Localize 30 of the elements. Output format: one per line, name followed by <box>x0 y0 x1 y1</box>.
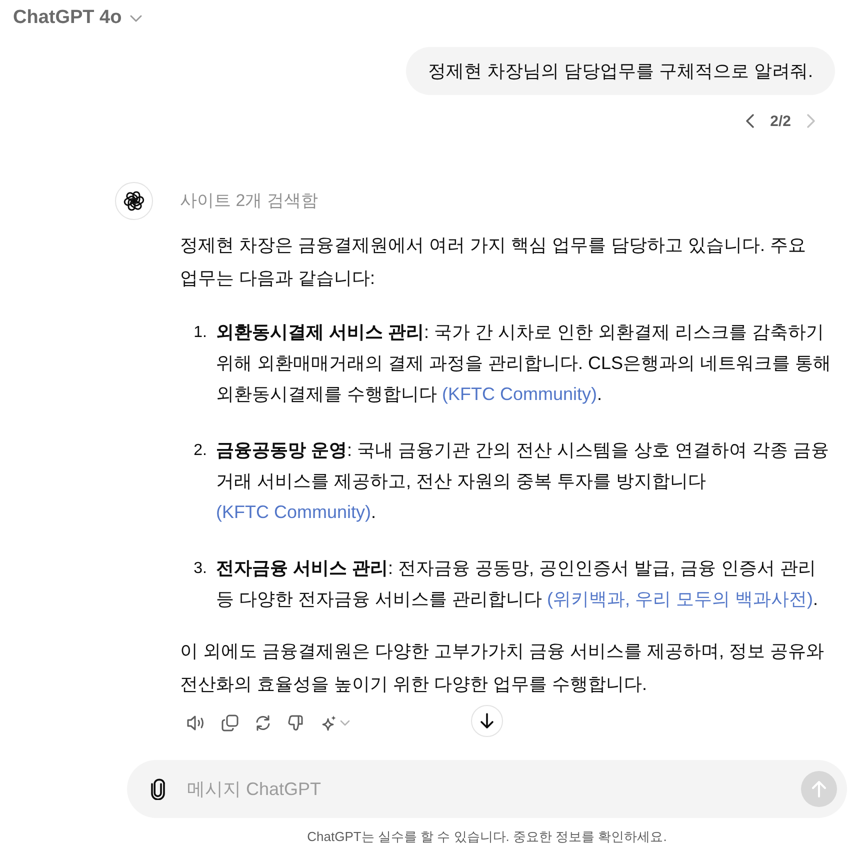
chevron-left-icon[interactable] <box>746 114 754 128</box>
disclaimer-text: ChatGPT는 실수를 할 수 있습니다. 중요한 정보를 확인하세요. <box>307 828 667 846</box>
search-status[interactable]: 사이트 2개 검색함 <box>180 182 835 220</box>
arrow-up-icon <box>811 780 827 798</box>
logo-icon <box>115 182 153 220</box>
arrow-down-icon <box>480 713 494 729</box>
source-link[interactable]: (KFTC Community) <box>442 384 598 404</box>
thumbs-down-icon[interactable] <box>287 714 305 732</box>
source-link[interactable]: (KFTC Community) <box>216 502 372 522</box>
list-item-text: 외환동시결제 서비스 관리: 국가 간 시차로 인한 외환결제 리스크를 감축하기 위해 외환매매거래의 결제 과정을 관리합니다. CLS은행과의 네트워크를 통해 외환동시결제를 수행합니다 (KFTC Community). <box>216 321 832 406</box>
user-message: 정제현 차장님의 담당업무를 구체적으로 알려줘. <box>406 47 835 95</box>
refresh-icon[interactable] <box>254 714 272 732</box>
source-link[interactable]: (위키백과, 우리 모두의 백과사전) <box>547 589 814 609</box>
answer-paragraph: 정제현 차장은 금융결제원에서 여러 가지 핵심 업무를 담당하고 있습니다. 주요 업무는 다음과 같습니다: <box>180 234 808 290</box>
caret-icon <box>130 14 142 22</box>
composer-field[interactable]: 메시지 ChatGPT <box>127 760 847 818</box>
list-number: 3. <box>192 559 208 579</box>
list-number: 1. <box>192 323 208 343</box>
sparkle-icon[interactable] <box>320 714 338 732</box>
list-item-text: 금융공동망 운영: 국내 금융기관 간의 전산 시스템을 상호 연결하여 각종 금융 거래 서비스를 제공하고, 전산 자원의 중복 투자를 방지합니다 (KFTC Community). <box>216 439 830 524</box>
page-counter: 2/2 <box>770 112 791 130</box>
scroll-down-button[interactable] <box>471 705 503 737</box>
copy-icon[interactable] <box>221 714 239 732</box>
list-item-text: 전자금융 서비스 관리: 전자금융 공동망, 공인인증서 발급, 금융 인증서 관리 등 다양한 전자금융 서비스를 관리합니다 (위키백과, 우리 모두의 백과사전). <box>216 557 820 611</box>
message-input[interactable]: 메시지 ChatGPT <box>187 774 801 804</box>
speaker-icon[interactable] <box>186 714 206 732</box>
list-number: 2. <box>192 441 208 461</box>
answer-paragraph: 이 외에도 금융결제원은 다양한 고부가가치 금융 서비스를 제공하며, 정보 공유와 전산화의 효율성을 높이기 위한 다양한 업무를 수행합니다. <box>180 640 826 696</box>
model-selector-button[interactable]: ChatGPT 4o <box>13 6 142 30</box>
paperclip-icon[interactable] <box>151 778 165 800</box>
